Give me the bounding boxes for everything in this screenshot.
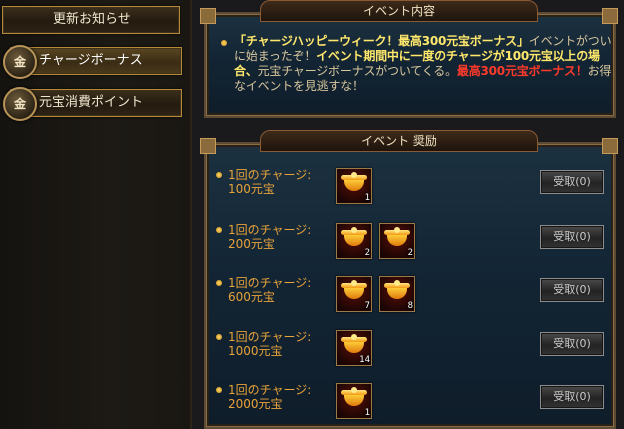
event-description: 「チャージハッピーウィーク！最高300元宝ボーナス」イベントがついに始まったぞ！… bbox=[234, 34, 622, 94]
item-count: 14 bbox=[359, 355, 370, 365]
bullet-icon bbox=[216, 387, 222, 393]
bullet-icon bbox=[216, 280, 222, 286]
main-content: 「チャージハッピーウィーク！最高300元宝ボーナス」イベントがついに始まったぞ！… bbox=[192, 0, 624, 429]
event-info-title: イベント内容 bbox=[260, 0, 538, 22]
sidebar-item-update-news[interactable]: 更新お知らせ bbox=[2, 6, 180, 34]
panel-corner-ornament bbox=[200, 8, 216, 24]
reward-item-slot[interactable]: 14 bbox=[336, 330, 372, 366]
rewards-title: イベント 奨励 bbox=[260, 130, 538, 152]
panel-corner-ornament bbox=[602, 8, 618, 24]
gold-ingot-icon bbox=[341, 172, 367, 191]
claim-button[interactable]: 受取(0) bbox=[540, 170, 604, 194]
event-text: 元宝チャージボーナスがついてくる。 bbox=[257, 64, 457, 78]
bullet-icon bbox=[216, 227, 222, 233]
reward-tier-label: 1回のチャージ: 100元宝 bbox=[228, 168, 312, 196]
gold-ingot-icon bbox=[341, 334, 367, 353]
sidebar-item-charge-bonus[interactable]: 金 チャージボーナス bbox=[3, 45, 182, 79]
panel-corner-ornament bbox=[602, 138, 618, 154]
panel-corner-ornament bbox=[200, 138, 216, 154]
sidebar-item-yuanbao-points[interactable]: 金 元宝消費ポイント bbox=[3, 87, 182, 121]
reward-tier-label: 1回のチャージ: 600元宝 bbox=[228, 276, 312, 304]
gold-ingot-icon bbox=[341, 227, 367, 246]
gold-ingot-icon bbox=[384, 280, 410, 299]
sidebar-item-label: 元宝消費ポイント bbox=[39, 95, 144, 110]
reward-tier-label: 1回のチャージ: 200元宝 bbox=[228, 223, 312, 251]
claim-button[interactable]: 受取(0) bbox=[540, 278, 604, 302]
event-max-bonus: 最高300元宝ボーナス！ bbox=[456, 64, 588, 78]
gold-ingot-icon bbox=[341, 387, 367, 406]
gold-ingot-icon bbox=[341, 280, 367, 299]
gold-ingot-icon bbox=[384, 227, 410, 246]
sidebar: 更新お知らせ 金 チャージボーナス 金 元宝消費ポイント bbox=[0, 0, 192, 429]
reward-tier-label: 1回のチャージ: 1000元宝 bbox=[228, 330, 312, 358]
sidebar-item-label: 更新お知らせ bbox=[53, 12, 131, 27]
item-count: 1 bbox=[364, 193, 370, 203]
item-count: 1 bbox=[364, 408, 370, 418]
claim-button[interactable]: 受取(0) bbox=[540, 385, 604, 409]
event-headline: 「チャージハッピーウィーク！最高300元宝ボーナス」 bbox=[234, 34, 529, 48]
item-count: 2 bbox=[407, 248, 413, 258]
reward-item-slot[interactable]: 2 bbox=[336, 223, 372, 259]
item-count: 8 bbox=[407, 301, 413, 311]
bullet-icon bbox=[216, 334, 222, 340]
reward-item-slot[interactable]: 1 bbox=[336, 383, 372, 419]
sidebar-item-label: チャージボーナス bbox=[39, 53, 143, 68]
reward-item-slot[interactable]: 2 bbox=[379, 223, 415, 259]
reward-tier-label: 1回のチャージ: 2000元宝 bbox=[228, 383, 312, 411]
rewards-panel: 1回のチャージ: 100元宝 1 受取(0) 1回のチャージ: 200元宝 2 2 … bbox=[204, 142, 616, 429]
medal-icon: 金 bbox=[3, 45, 37, 79]
reward-item-slot[interactable]: 8 bbox=[379, 276, 415, 312]
claim-button[interactable]: 受取(0) bbox=[540, 332, 604, 356]
item-count: 7 bbox=[364, 301, 370, 311]
claim-button[interactable]: 受取(0) bbox=[540, 225, 604, 249]
reward-item-slot[interactable]: 7 bbox=[336, 276, 372, 312]
event-info-panel: 「チャージハッピーウィーク！最高300元宝ボーナス」イベントがついに始まったぞ！… bbox=[204, 12, 616, 118]
medal-icon: 金 bbox=[3, 87, 37, 121]
bullet-icon bbox=[216, 172, 222, 178]
item-count: 2 bbox=[364, 248, 370, 258]
bullet-icon bbox=[221, 40, 227, 46]
reward-item-slot[interactable]: 1 bbox=[336, 168, 372, 204]
